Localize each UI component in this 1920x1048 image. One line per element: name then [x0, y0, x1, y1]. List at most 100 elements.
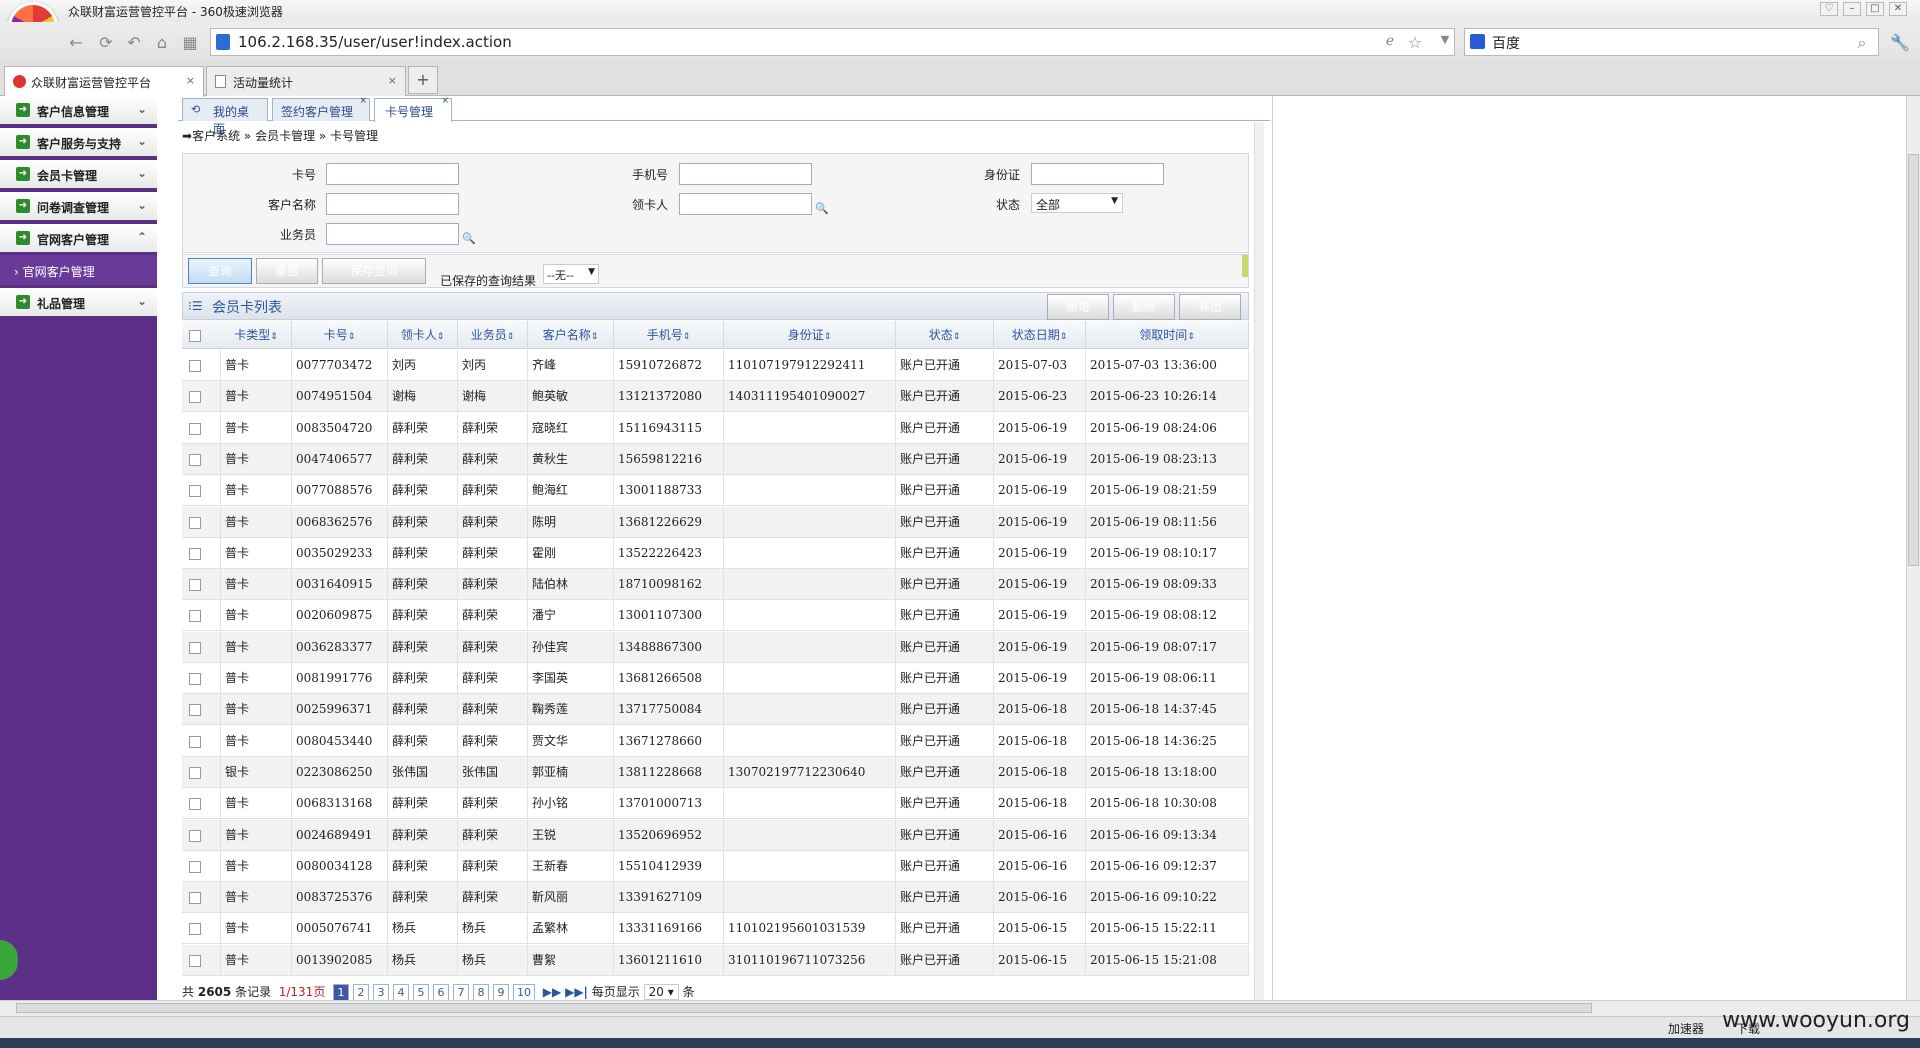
- skin-icon[interactable]: ♡: [1820, 2, 1838, 16]
- col-card-no-header[interactable]: 卡号⇕: [292, 321, 388, 349]
- sort-icon[interactable]: ⇕: [437, 332, 445, 342]
- table-row[interactable]: 普卡 0036283377 薛利荣 薛利荣 孙佳宾 13488867300 账户已开通 201…: [182, 631, 1249, 663]
- lookup-search-icon[interactable]: 🔍: [815, 202, 829, 215]
- vertical-scrollbar[interactable]: [1906, 96, 1920, 1000]
- browser-tab-activity[interactable]: 活动量统计 ×: [206, 66, 406, 96]
- col-card-type-header[interactable]: 卡类型⇕: [221, 321, 292, 349]
- undo-icon[interactable]: ↶: [124, 33, 144, 52]
- table-row[interactable]: 普卡 0035029233 薛利荣 薛利荣 霍刚 13522226423 账户已开通 2015…: [182, 537, 1249, 569]
- table-row[interactable]: 普卡 0074951504 谢梅 谢梅 鲍英敏 13121372080 1403111954…: [182, 381, 1249, 413]
- add-button[interactable]: 新增: [1047, 294, 1109, 320]
- tab-my-desktop[interactable]: ⟲ 我的桌面: [182, 98, 268, 136]
- home-icon[interactable]: ⌂: [152, 33, 172, 52]
- next-page-icon[interactable]: ▶▶: [543, 985, 561, 999]
- table-row[interactable]: 普卡 0047406577 薛利荣 薛利荣 黄秋生 15659812216 账户已开通 201…: [182, 443, 1249, 475]
- sort-icon[interactable]: ⇕: [953, 332, 961, 342]
- export-button[interactable]: 导出: [1179, 294, 1241, 320]
- table-row[interactable]: 普卡 0005076741 杨兵 杨兵 孟繁林 13331169166 1101021956…: [182, 913, 1249, 945]
- table-row[interactable]: 普卡 0083725376 薛利荣 薛利荣 靳风丽 13391627109 账户已开通 201…: [182, 882, 1249, 914]
- per-page-select[interactable]: 20 ▾: [643, 984, 679, 1000]
- query-button[interactable]: 查询: [188, 258, 252, 284]
- table-row[interactable]: 银卡 0223086250 张伟国 张伟国 郭亚楠 13811228668 13070219…: [182, 756, 1249, 788]
- sidebar-item-customer-info[interactable]: ➜ 客户信息管理 ⌄: [0, 96, 157, 126]
- sort-icon[interactable]: ⇕: [507, 332, 515, 342]
- new-tab-button[interactable]: +: [408, 66, 438, 94]
- sort-icon[interactable]: ⇕: [824, 332, 832, 342]
- delete-button[interactable]: 删除: [1113, 294, 1175, 320]
- sidebar-item-gift[interactable]: ➜ 礼品管理 ⌄: [0, 288, 157, 318]
- sidebar-item-web-customer[interactable]: ➜ 官网客户管理 ⌃: [0, 224, 157, 254]
- col-card-type-cell: 普卡: [221, 882, 292, 914]
- ie-mode-icon[interactable]: ℯ: [1380, 33, 1400, 49]
- close-tab-icon[interactable]: ×: [388, 74, 397, 87]
- select-all-checkbox[interactable]: [189, 330, 201, 342]
- bookmark-star-icon[interactable]: ☆: [1405, 33, 1425, 52]
- apps-icon[interactable]: ▦: [180, 33, 200, 52]
- tab-signed-customers[interactable]: 签约客户管理 ×: [272, 96, 370, 121]
- scroll-thumb[interactable]: [16, 1003, 1592, 1013]
- table-row[interactable]: 普卡 0024689491 薛利荣 薛利荣 王锐 13520696952 账户已开通 2015…: [182, 819, 1249, 851]
- col-id-card-header[interactable]: 身份证⇕: [724, 321, 896, 349]
- table-row[interactable]: 普卡 0025996371 薛利荣 薛利荣 鞠秀莲 13717750084 账户已开通 201…: [182, 694, 1249, 726]
- close-button[interactable]: ✕: [1889, 2, 1907, 16]
- table-row[interactable]: 普卡 0068362576 薛利荣 薛利荣 陈明 13681226629 账户已开通 2015…: [182, 506, 1249, 538]
- url-text[interactable]: 106.2.168.35/user/user!index.action: [238, 33, 512, 51]
- sidebar-item-survey[interactable]: ➜ 问卷调查管理 ⌄: [0, 192, 157, 222]
- minimize-button[interactable]: –: [1843, 2, 1861, 16]
- receiver-input[interactable]: [679, 193, 812, 215]
- sort-icon[interactable]: ⇕: [683, 332, 691, 342]
- table-row[interactable]: 普卡 0013902085 杨兵 杨兵 曹絮 13601211610 31011019671…: [182, 944, 1249, 976]
- maximize-button[interactable]: □: [1866, 2, 1884, 16]
- table-row[interactable]: 普卡 0080453440 薛利荣 薛利荣 贾文华 13671278660 账户已开通 201…: [182, 725, 1249, 757]
- col-salesman-header[interactable]: 业务员⇕: [458, 321, 528, 349]
- col-status-date-header[interactable]: 状态日期⇕: [994, 321, 1086, 349]
- sort-icon[interactable]: ⇕: [1187, 332, 1195, 342]
- table-row[interactable]: 普卡 0020609875 薛利荣 薛利荣 潘宁 13001107300 账户已开通 2015…: [182, 600, 1249, 632]
- customer-name-input[interactable]: [326, 193, 459, 215]
- tab-card-management[interactable]: 卡号管理 ×: [374, 96, 452, 122]
- col-status-header[interactable]: 状态⇕: [896, 321, 994, 349]
- table-row[interactable]: 普卡 0080034128 薛利荣 薛利荣 王新春 15510412939 账户已开通 201…: [182, 850, 1249, 882]
- wrench-icon[interactable]: 🔧: [1890, 33, 1910, 52]
- col-receiver-header[interactable]: 领卡人⇕: [388, 321, 458, 349]
- sort-icon[interactable]: ⇕: [348, 332, 356, 342]
- last-page-icon[interactable]: ▶▶|: [565, 985, 588, 999]
- col-receive-time-header[interactable]: 领取时间⇕: [1086, 321, 1249, 349]
- sidebar-item-member-card[interactable]: ➜ 会员卡管理 ⌄: [0, 160, 157, 190]
- close-tab-icon[interactable]: ×: [359, 96, 367, 106]
- phone-input[interactable]: [679, 163, 812, 185]
- table-row[interactable]: 普卡 0077088576 薛利荣 薛利荣 鲍海红 13001188733 账户已开通 201…: [182, 475, 1249, 507]
- sidebar-item-customer-service[interactable]: ➜ 客户服务与支持 ⌄: [0, 128, 157, 158]
- lookup-search-icon[interactable]: 🔍: [462, 232, 476, 245]
- card-no-input[interactable]: [326, 163, 459, 185]
- saved-query-select[interactable]: --无-- ▼: [543, 264, 599, 284]
- horizontal-scrollbar[interactable]: [0, 1000, 1920, 1016]
- table-row[interactable]: 普卡 0083504720 薛利荣 薛利荣 寇晓红 15116943115 账户已开通 201…: [182, 412, 1249, 444]
- col-customer-name-header[interactable]: 客户名称⇕: [528, 321, 614, 349]
- sort-icon[interactable]: ⇕: [1060, 332, 1068, 342]
- search-icon[interactable]: ⌕: [1852, 33, 1872, 53]
- save-query-button[interactable]: 保存查询: [322, 258, 426, 284]
- browser-tab-platform[interactable]: 众联财富运营管控平台 ×: [4, 66, 204, 97]
- sort-icon[interactable]: ⇕: [270, 332, 278, 342]
- scroll-thumb[interactable]: [1908, 154, 1919, 566]
- table-row[interactable]: 普卡 0068313168 薛利荣 薛利荣 孙小铭 13701000713 账户已开通 201…: [182, 788, 1249, 820]
- status-select[interactable]: 全部 ▼: [1031, 193, 1123, 213]
- table-row[interactable]: 普卡 0081991776 薛利荣 薛利荣 李国英 13681266508 账户已开通 201…: [182, 663, 1249, 694]
- accelerator-label[interactable]: 加速器: [1668, 1020, 1704, 1037]
- close-tab-icon[interactable]: ×: [441, 96, 449, 106]
- col-phone-header[interactable]: 手机号⇕: [614, 321, 724, 349]
- dropdown-icon[interactable]: ▼: [1435, 33, 1455, 46]
- forward-icon[interactable]: ⟳: [96, 33, 116, 52]
- table-row[interactable]: 普卡 0031640915 薛利荣 薛利荣 陆伯林 18710098162 账户已开通 201…: [182, 569, 1249, 601]
- id-card-input[interactable]: [1031, 163, 1164, 185]
- table-row[interactable]: 普卡 0077703472 刘丙 刘丙 齐峰 15910726872 11010719791…: [182, 350, 1249, 381]
- close-tab-icon[interactable]: ×: [186, 74, 195, 87]
- inner-scrollbar[interactable]: [1254, 122, 1264, 1000]
- sort-icon[interactable]: ⇕: [591, 332, 599, 342]
- sidebar-subitem-web-customer[interactable]: › 官网客户管理: [0, 255, 157, 285]
- salesman-input[interactable]: [326, 223, 459, 245]
- reset-button[interactable]: 重置: [256, 258, 318, 284]
- back-icon[interactable]: ←: [66, 33, 86, 52]
- search-engine-input[interactable]: [1464, 28, 1879, 56]
